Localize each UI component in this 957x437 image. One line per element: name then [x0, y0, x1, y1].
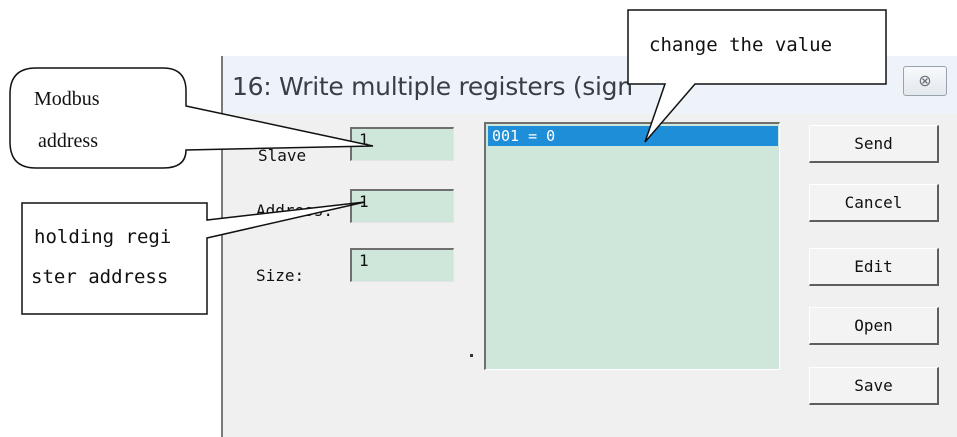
callout-shapes	[9, 9, 887, 315]
change-value-callout-text: change the value	[649, 34, 833, 56]
holding-callout-shape	[21, 201, 366, 315]
holding-callout-line2: ster address	[31, 266, 169, 288]
modbus-callout-line2: address	[38, 130, 98, 152]
modbus-callout-shape	[9, 67, 374, 169]
change-value-callout-shape	[627, 9, 887, 143]
holding-callout-line1: holding regi	[34, 226, 172, 248]
modbus-callout-line1: Modbus	[34, 88, 100, 110]
